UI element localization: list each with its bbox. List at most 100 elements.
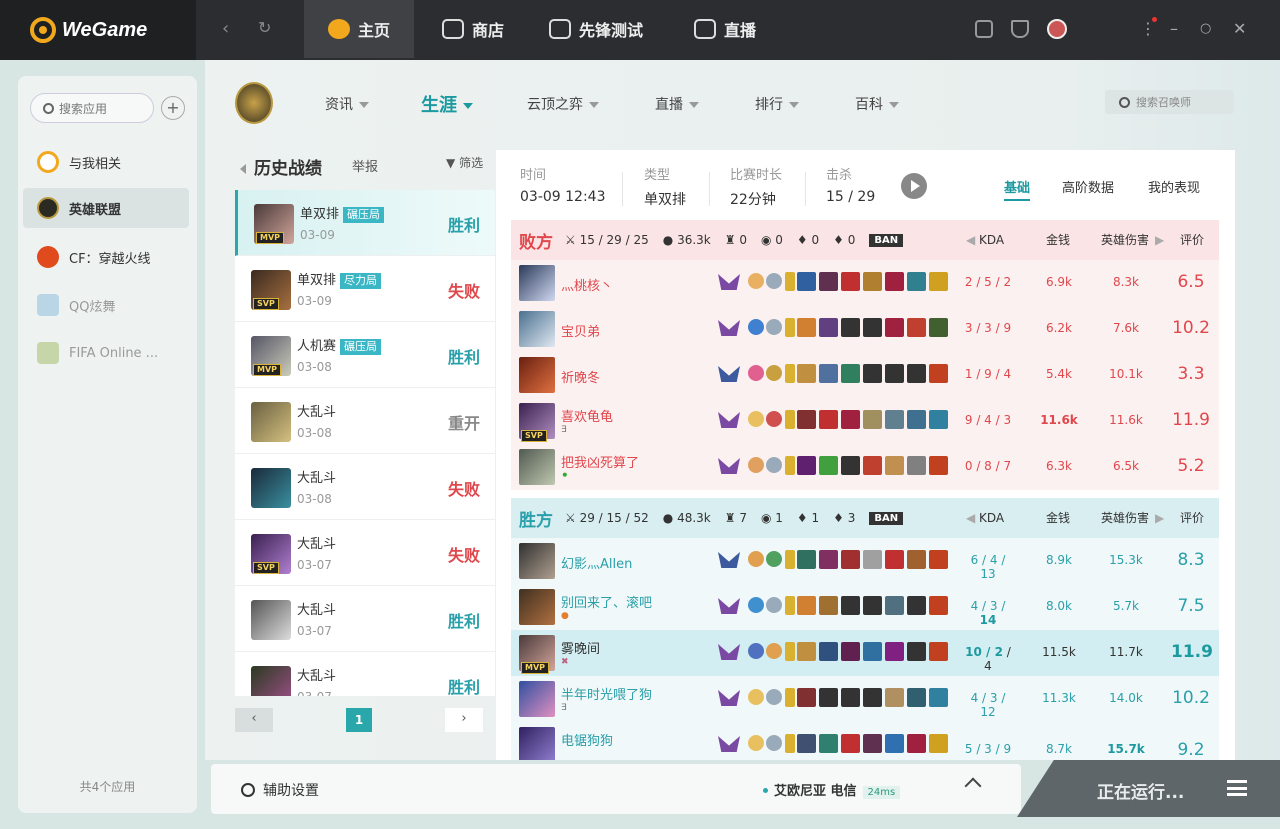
match-date: 03-08 [297, 492, 332, 506]
barons-value: 1 [811, 511, 820, 525]
download-icon[interactable] [1011, 20, 1029, 38]
player-name: 电锯狗狗 [561, 734, 614, 749]
item-icon [863, 550, 882, 569]
chevron-right-icon[interactable]: ▶ [1155, 498, 1164, 538]
sidebar-item-related[interactable]: 与我相关 [23, 142, 189, 182]
match-item[interactable]: SVP 大乱斗 03-07 失败 [235, 520, 495, 586]
lol-nav-career[interactable]: 生涯 [421, 91, 473, 117]
replay-play-icon[interactable] [901, 173, 927, 199]
tab-advanced[interactable]: 高阶数据 [1062, 177, 1114, 196]
close-icon[interactable]: ✕ [1233, 19, 1246, 38]
wegame-brand[interactable]: WeGame [0, 0, 196, 60]
mode-label: 单双排 [297, 273, 337, 288]
player-row[interactable]: SVP 喜欢龟龟 ∃ 9 / 4 / 3 11.6k 11.6k 11.9 [511, 398, 1219, 444]
player-row[interactable]: 半年时光喂了狗 ∃ 4 / 3 / 12 11.3k 14.0k 10.2 [511, 676, 1219, 722]
ban-badge[interactable]: BAN [869, 511, 904, 525]
app-count: 共4个应用 [79, 780, 136, 794]
match-item[interactable]: 大乱斗 03-07 胜利 [235, 652, 495, 696]
tab-my-performance[interactable]: 我的表现 [1148, 177, 1200, 196]
history-title[interactable]: 历史战绩 [240, 154, 322, 179]
lol-nav-news[interactable]: 资讯 [325, 94, 369, 114]
tab-pioneer-test[interactable]: 先锋测试 [549, 0, 643, 58]
item-icon [885, 272, 904, 291]
report-button[interactable]: 举报 [352, 156, 378, 175]
lol-nav-rank[interactable]: 排行 [755, 94, 799, 114]
match-item[interactable]: 大乱斗 03-08 失败 [235, 454, 495, 520]
match-item[interactable]: 大乱斗 03-07 胜利 [235, 586, 495, 652]
tab-live[interactable]: 直播 [694, 0, 756, 58]
assist-settings-button[interactable]: 辅助设置 [241, 780, 319, 800]
divider [709, 172, 710, 206]
chevron-left-icon[interactable]: ◀ [966, 220, 975, 260]
player-row[interactable]: 宝贝弟 3 / 3 / 9 6.2k 7.6k 10.2 [511, 306, 1219, 352]
running-button[interactable]: 正在运行... [1017, 760, 1280, 817]
play-icon [694, 19, 716, 39]
sidebar-item-lol[interactable]: 英雄联盟 [23, 188, 189, 228]
inhibitor-icon: ◉ [760, 233, 772, 247]
item-icon [863, 456, 882, 475]
settings-label: 辅助设置 [263, 783, 319, 799]
summoner-search-input[interactable]: 搜索召唤师 [1105, 90, 1234, 114]
match-mode: 大乱斗 [297, 603, 337, 618]
kda-highlight: 14 [979, 613, 997, 627]
next-page-button[interactable]: › [445, 708, 483, 732]
rune-icon [748, 735, 764, 751]
refresh-icon[interactable]: ↻ [258, 18, 271, 37]
empty-slot [841, 688, 860, 707]
match-result: 失败 [447, 480, 480, 499]
empty-slot [907, 596, 926, 615]
inhibitor-icon: ◉ [760, 511, 772, 525]
match-date: 03-07 [297, 624, 332, 638]
player-name: 喜欢龟龟 [561, 410, 614, 425]
filter-button[interactable]: ▼ 筛选 [446, 154, 483, 171]
ban-badge[interactable]: BAN [869, 233, 904, 247]
trinket-icon [785, 456, 795, 475]
tab-store[interactable]: 商店 [442, 0, 504, 58]
team-dragons: ♦ 0 [833, 233, 855, 247]
player-row-self[interactable]: MVP 雾晚间 ✖ 10 / 2 / 4 11.5k 11.7k 11.9 [511, 630, 1219, 676]
app-search-input[interactable]: 搜索应用 [30, 93, 154, 123]
baron-icon: ♦ [796, 511, 808, 525]
player-row[interactable]: 祈晚冬 1 / 9 / 4 5.4k 10.1k 3.3 [511, 352, 1219, 398]
server-selector[interactable]: 艾欧尼亚 电信 24ms [763, 780, 901, 799]
tab-home[interactable]: 主页 [304, 0, 414, 58]
sidebar-item-cf[interactable]: CF：穿越火线 [23, 237, 189, 277]
player-score: 9.2 [1177, 740, 1205, 760]
kda-highlight: 10 / 2 [965, 645, 1003, 659]
item-icon [863, 272, 882, 291]
minimize-icon[interactable]: – [1170, 19, 1178, 38]
current-page[interactable]: 1 [346, 708, 372, 732]
lol-nav-live[interactable]: 直播 [655, 94, 699, 114]
player-row[interactable]: 把我凶死算了 ⚫ 0 / 8 / 7 6.3k 6.5k 5.2 [511, 444, 1219, 490]
match-item[interactable]: 大乱斗 03-08 重开 [235, 388, 495, 454]
avatar[interactable] [1047, 19, 1067, 39]
sidebar-item-fifa[interactable]: FIFA Online ... [23, 333, 189, 373]
sidebar-item-qqdance[interactable]: QQ炫舞 [23, 285, 189, 325]
player-row[interactable]: 别回来了、滚吧 ● 4 / 3 / 14 8.0k 5.7k 7.5 [511, 584, 1219, 630]
tab-basic[interactable]: 基础 [1004, 177, 1031, 201]
chevron-up-icon[interactable] [964, 777, 982, 795]
player-row[interactable]: 电锯狗狗 5 / 3 / 9 8.7k 15.7k 9.2 [511, 722, 1219, 760]
match-item[interactable]: MVP 人机赛 碾压局 03-08 胜利 [235, 322, 495, 388]
player-row[interactable]: 幻影灬Allen 6 / 4 / 13 8.9k 15.3k 8.3 [511, 538, 1219, 584]
chevron-left-icon[interactable]: ◀ [966, 498, 975, 538]
back-icon[interactable]: ‹ [222, 18, 229, 39]
player-row[interactable]: 灬桃核丶 2 / 5 / 2 6.9k 8.3k 6.5 [511, 260, 1219, 306]
rune-icon [766, 273, 782, 289]
maximize-icon[interactable]: ○ [1200, 21, 1211, 36]
match-item[interactable]: SVP 单双排 尽力局 03-09 失败 [235, 256, 495, 322]
friends-icon[interactable] [975, 20, 993, 38]
time-label: 时间 [520, 168, 547, 183]
chevron-right-icon[interactable]: ▶ [1155, 220, 1164, 260]
lol-logo-icon[interactable] [235, 82, 273, 124]
menu-icon[interactable] [1227, 780, 1247, 796]
match-item[interactable]: MVP 单双排 碾压局 03-09 胜利 [235, 190, 495, 256]
lol-nav-wiki[interactable]: 百科 [855, 94, 899, 114]
lol-nav-tft[interactable]: 云顶之弈 [527, 94, 599, 114]
prev-page-button[interactable]: ‹ [235, 708, 273, 732]
team-barons: ♦ 0 [797, 233, 819, 247]
add-app-button[interactable]: + [161, 96, 185, 120]
item-icon [797, 318, 816, 337]
item-icon [907, 550, 926, 569]
player-name: 半年时光喂了狗 [561, 688, 653, 703]
